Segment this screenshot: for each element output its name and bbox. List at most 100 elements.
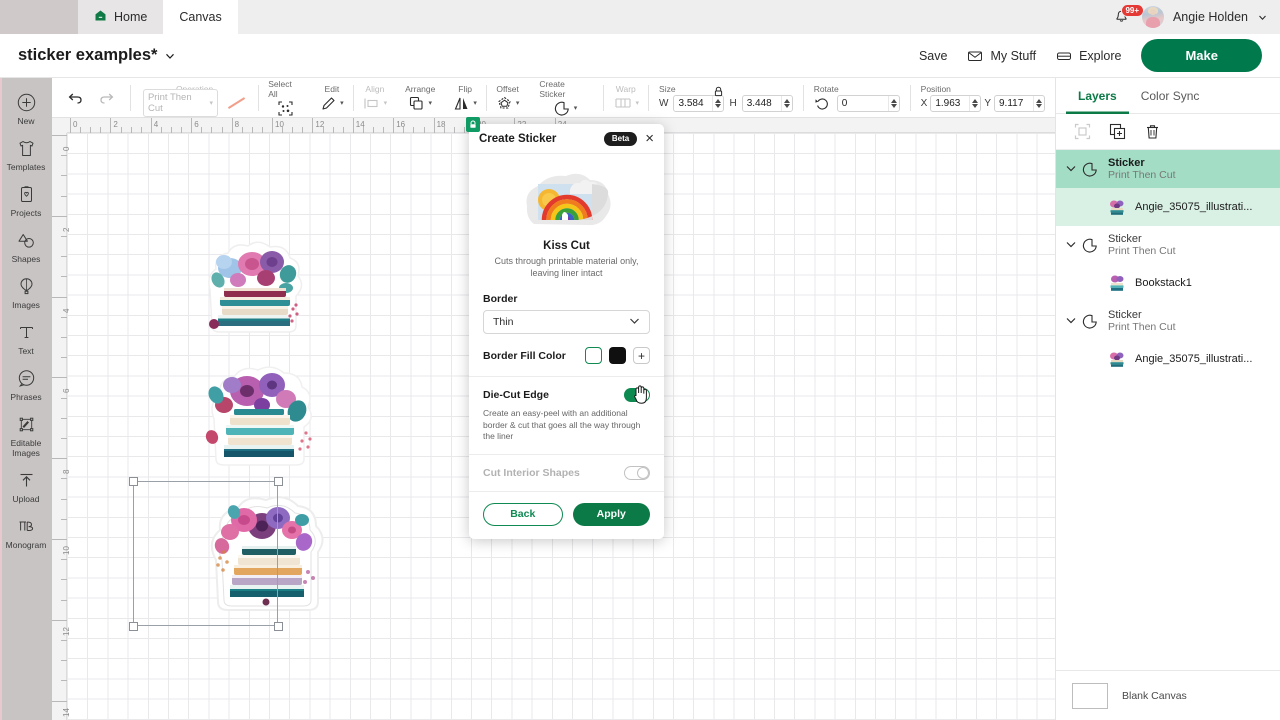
rail-label-shapes: Shapes [11,254,41,264]
select-all-icon[interactable] [277,100,294,117]
rotate-input[interactable] [837,97,888,109]
aspect-lock-icon[interactable] [712,85,725,103]
close-icon[interactable]: × [645,131,654,146]
blank-canvas-label: Blank Canvas [1122,689,1187,702]
rotate-icon[interactable] [814,95,831,112]
chevron-down-icon[interactable]: ▾ [428,99,432,107]
flip-icon[interactable] [453,95,470,112]
save-button[interactable]: Save [919,49,948,63]
avatar[interactable] [1141,6,1164,28]
chevron-down-icon[interactable] [1066,316,1082,326]
pencil-icon[interactable] [320,95,337,112]
tab-color-sync[interactable]: Color Sync [1129,78,1212,114]
bookstack-sticker-top[interactable] [200,236,310,338]
chevron-down-icon[interactable] [1257,12,1268,23]
selection-handle-br[interactable] [273,621,283,631]
chevron-down-icon[interactable]: ▾ [340,99,344,107]
chevron-down-icon[interactable] [164,50,176,62]
notifications-button[interactable]: 99+ [1113,4,1144,27]
position-y-stepper[interactable] [1033,95,1044,111]
redo-icon[interactable] [98,89,116,107]
toolbar-warp-group[interactable]: Warp ▾ [604,78,649,118]
toolbar-select-all-group[interactable]: Select All [259,78,311,118]
tab-home[interactable]: Home [78,0,164,34]
width-input[interactable] [674,97,713,109]
position-x-input[interactable] [931,97,970,109]
position-y-input[interactable] [995,97,1033,109]
layer-child-row-3[interactable]: Angie_35075_illustrati... [1056,340,1280,378]
warp-icon[interactable] [613,96,633,110]
chevron-down-icon[interactable] [1066,240,1082,250]
position-y-field[interactable] [994,94,1045,112]
bookstack-sticker-middle[interactable] [202,361,318,471]
selection-handle-tr[interactable] [273,476,283,486]
layer-row-sticker-3[interactable]: Sticker Print Then Cut [1056,302,1280,340]
ruler-minor-tick [403,127,405,133]
rail-item-new[interactable]: New [0,86,52,130]
rail-item-phrases[interactable]: Phrases [0,362,52,406]
position-x-field[interactable] [930,94,982,112]
delete-icon[interactable] [1144,123,1161,140]
ruler-minor-tick [160,127,162,133]
chevron-down-icon[interactable]: ▾ [384,99,388,107]
group-icon[interactable] [1074,123,1091,140]
ruler-minor-tick [332,127,334,133]
chevron-down-icon[interactable]: ▾ [516,99,520,107]
back-button[interactable]: Back [483,502,563,526]
selection-handle-tl[interactable] [128,476,138,486]
undo-icon[interactable] [66,89,84,107]
make-button[interactable]: Make [1141,39,1262,72]
chevron-down-icon[interactable] [1066,164,1082,174]
kiss-cut-illustration [518,168,616,230]
explore-button[interactable]: Explore [1056,48,1121,64]
height-field[interactable] [741,94,793,112]
rail-item-text[interactable]: Text [0,316,52,360]
account-name[interactable]: Angie Holden [1173,10,1248,24]
cut-interior-shapes-toggle[interactable] [624,465,650,480]
height-stepper[interactable] [780,95,792,111]
layer-child-row-2[interactable]: Bookstack1 [1056,264,1280,302]
rail-item-images[interactable]: Images [0,270,52,314]
toolbar-edit-group[interactable]: Edit ▾ [311,78,353,118]
selection-handle-bl[interactable] [128,621,138,631]
duplicate-icon[interactable] [1109,123,1126,140]
add-color-button[interactable]: + [633,347,650,364]
die-cut-edge-toggle[interactable] [624,388,650,402]
rail-item-editable-images[interactable]: Editable Images [0,408,52,462]
toolbar-arrange-group[interactable]: Arrange ▾ [396,78,444,118]
sticker-icon[interactable] [554,100,571,117]
border-select[interactable]: Thin [483,310,650,334]
ruler-minor-tick [362,127,364,133]
canvas-footer[interactable]: Blank Canvas [1056,670,1280,720]
align-icon[interactable] [363,96,381,111]
rail-item-shapes[interactable]: Shapes [0,224,52,268]
toolbar-offset-group[interactable]: Offset ▾ [487,78,529,118]
layer-row-sticker-1[interactable]: Sticker Print Then Cut [1056,150,1280,188]
layer-row-sticker-2[interactable]: Sticker Print Then Cut [1056,226,1280,264]
rotate-stepper[interactable] [887,95,899,111]
swatch-white[interactable] [585,347,602,364]
my-stuff-button[interactable]: My Stuff [967,48,1036,64]
toolbar-align-group[interactable]: Align ▾ [354,78,397,118]
offset-icon[interactable] [496,95,513,112]
layer-child-row-1[interactable]: Angie_35075_illustrati... [1056,188,1280,226]
chevron-down-icon[interactable]: ▾ [574,104,578,112]
position-x-stepper[interactable] [969,95,980,111]
toolbar-flip-group[interactable]: Flip ▾ [444,78,486,118]
toolbar-create-sticker-group[interactable]: Create Sticker ▾ [528,78,602,118]
tab-canvas[interactable]: Canvas [163,0,238,34]
rail-item-templates[interactable]: Templates [0,132,52,176]
rail-item-monogram[interactable]: Monogram [0,510,52,554]
arrange-icon[interactable] [408,95,425,112]
height-input[interactable] [742,97,781,109]
rail-item-upload[interactable]: Upload [0,464,52,508]
operation-select[interactable]: Print Then Cut ▾ [142,89,219,117]
rail-item-projects[interactable]: Projects [0,178,52,222]
project-title[interactable]: sticker examples* [18,46,176,65]
apply-button[interactable]: Apply [572,502,650,526]
chevron-down-icon[interactable]: ▾ [636,99,640,107]
swatch-black[interactable] [609,347,626,364]
tab-layers[interactable]: Layers [1066,78,1129,114]
chevron-down-icon[interactable]: ▾ [473,99,477,107]
rotate-field[interactable] [836,94,900,112]
